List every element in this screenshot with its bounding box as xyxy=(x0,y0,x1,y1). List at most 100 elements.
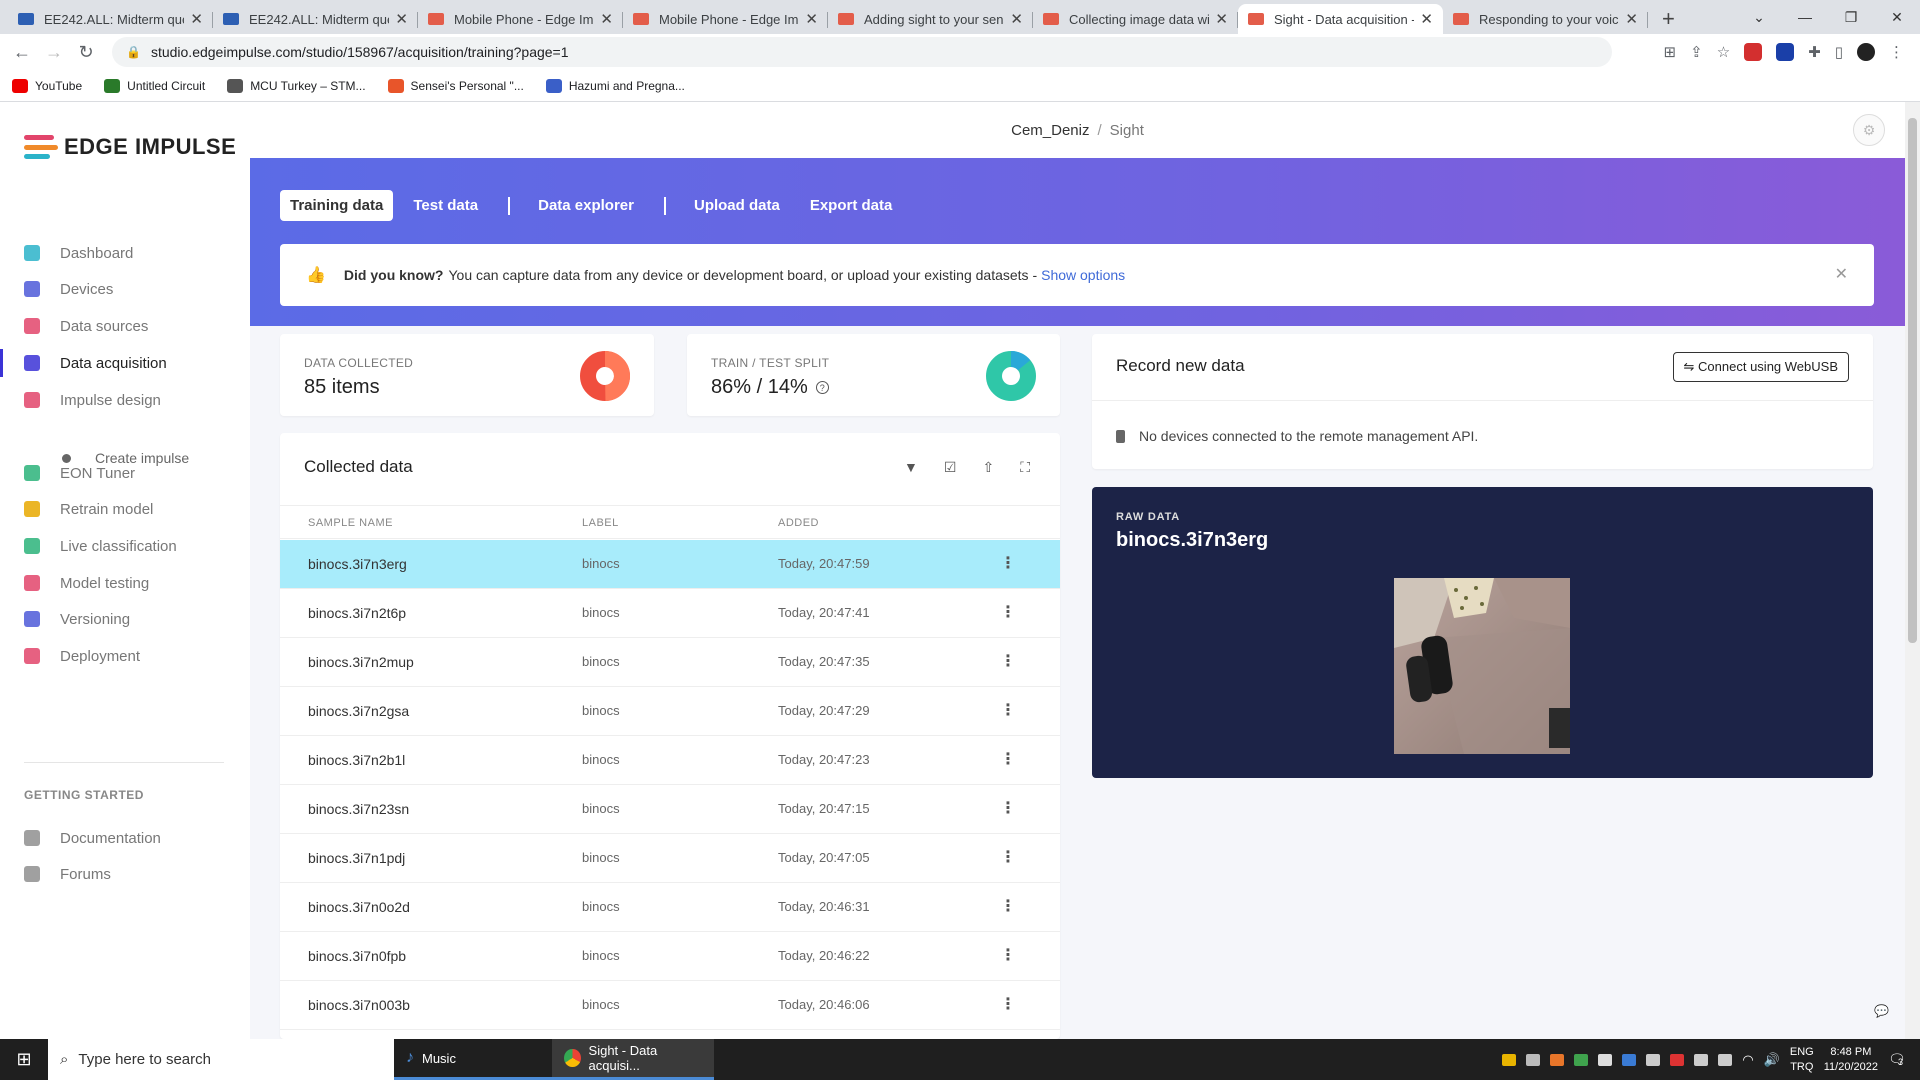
show-options-link[interactable]: Show options xyxy=(1041,267,1125,283)
table-row[interactable]: binocs.3i7n2t6p binocs Today, 20:47:41 ⋮ xyxy=(280,589,1060,638)
sidebar-item-model-testing[interactable]: Model testing xyxy=(0,563,250,603)
browser-tab[interactable]: Mobile Phone - Edge Impu ✕ xyxy=(418,4,623,34)
table-row[interactable]: binocs.3i7n0o2d binocs Today, 20:46:31 ⋮ xyxy=(280,883,1060,932)
table-row[interactable]: binocs.3i7n2mup binocs Today, 20:47:35 ⋮ xyxy=(280,638,1060,687)
sample-name-cell[interactable]: binocs.3i7n23sn xyxy=(308,801,409,817)
tab-data-explorer[interactable]: Data explorer xyxy=(528,190,644,221)
fullscreen-icon[interactable]: ⛶ xyxy=(1020,459,1030,476)
sidebar-item-documentation[interactable]: Documentation xyxy=(0,818,250,858)
row-menu-kebab-icon[interactable]: ⋮ xyxy=(1000,896,1016,916)
wifi-icon[interactable]: ◠ xyxy=(1742,1052,1753,1068)
browser-tab[interactable]: Mobile Phone - Edge Impu ✕ xyxy=(623,4,828,34)
sidebar-item-data-sources[interactable]: Data sources xyxy=(0,306,250,346)
row-menu-kebab-icon[interactable]: ⋮ xyxy=(1000,700,1016,720)
table-row[interactable]: binocs.3i7n1pdj binocs Today, 20:47:05 ⋮ xyxy=(280,834,1060,883)
sample-name-cell[interactable]: binocs.3i7n003b xyxy=(308,997,410,1013)
translate-icon[interactable]: ⊞ xyxy=(1664,43,1677,61)
restore-button[interactable]: ❐ xyxy=(1828,9,1874,26)
sidebar-item-devices[interactable]: Devices xyxy=(0,269,250,309)
table-row[interactable]: binocs.3i7n23sn binocs Today, 20:47:15 ⋮ xyxy=(280,785,1060,834)
table-row[interactable]: binocs.3i7n003b binocs Today, 20:46:06 ⋮ xyxy=(280,981,1060,1030)
lock-icon[interactable]: 🔒 xyxy=(126,45,141,59)
sample-name-cell[interactable]: binocs.3i7n1pdj xyxy=(308,850,405,866)
tab-upload-data[interactable]: Upload data xyxy=(684,190,790,221)
shield-icon[interactable] xyxy=(1502,1053,1517,1066)
sidebar-subitem-create-impulse[interactable]: Create impulse xyxy=(62,450,189,466)
close-notice-icon[interactable]: ✕ xyxy=(1835,264,1848,284)
tab-close-icon[interactable]: ✕ xyxy=(1010,10,1023,28)
d-extension-icon[interactable] xyxy=(1776,43,1795,61)
column-label[interactable]: LABEL xyxy=(582,517,619,529)
user-avatar[interactable]: ⚙ xyxy=(1853,114,1885,146)
row-menu-kebab-icon[interactable]: ⋮ xyxy=(1000,798,1016,818)
browser-tab[interactable]: EE242.ALL: Midterm quest ✕ xyxy=(213,4,418,34)
volume-icon[interactable]: 🔊 xyxy=(1764,1052,1780,1068)
tray-icon[interactable] xyxy=(1694,1053,1709,1066)
bluetooth-icon[interactable] xyxy=(1622,1053,1637,1066)
row-menu-kebab-icon[interactable]: ⋮ xyxy=(1000,847,1016,867)
notifications-icon[interactable]: 🗨 3 xyxy=(1888,1051,1910,1068)
bookmark-item[interactable]: Sensei's Personal "... xyxy=(387,78,524,93)
table-row[interactable]: binocs.3i7n3erg binocs Today, 20:47:59 ⋮ xyxy=(280,540,1060,589)
edge-impulse-logo[interactable]: EDGE IMPULSE xyxy=(24,134,236,160)
row-menu-kebab-icon[interactable]: ⋮ xyxy=(1000,945,1016,965)
row-menu-kebab-icon[interactable]: ⋮ xyxy=(1000,651,1016,671)
upload-icon[interactable]: ⇧ xyxy=(982,459,994,476)
new-tab-button[interactable]: + xyxy=(1662,4,1675,34)
row-menu-kebab-icon[interactable]: ⋮ xyxy=(1000,553,1016,573)
close-window-button[interactable]: ✕ xyxy=(1874,9,1920,26)
tray-icon[interactable] xyxy=(1646,1053,1661,1066)
taskbar-app-chrome[interactable]: Sight - Data acquisi... xyxy=(552,1039,714,1080)
tab-close-icon[interactable]: ✕ xyxy=(1420,10,1433,28)
language-indicator[interactable]: ENG TRQ xyxy=(1790,1045,1814,1075)
browser-tab[interactable]: Adding sight to your sens ✕ xyxy=(828,4,1033,34)
nvidia-icon[interactable] xyxy=(1574,1053,1589,1066)
sidebar-item-impulse-design[interactable]: Impulse design xyxy=(0,380,250,420)
browser-tab[interactable]: Responding to your voice ✕ xyxy=(1443,4,1648,34)
page-scrollbar[interactable] xyxy=(1905,102,1920,1039)
bookmark-star-icon[interactable]: ☆ xyxy=(1717,43,1730,61)
adblock-extension-icon[interactable] xyxy=(1744,43,1763,61)
tab-training-data[interactable]: Training data xyxy=(280,190,394,221)
browser-tab[interactable]: Collecting image data with ✕ xyxy=(1033,4,1238,34)
share-icon[interactable]: ⇪ xyxy=(1690,43,1703,61)
breadcrumb-project[interactable]: Sight xyxy=(1110,122,1144,139)
forward-icon[interactable]: → xyxy=(38,42,70,63)
row-menu-kebab-icon[interactable]: ⋮ xyxy=(1000,994,1016,1014)
table-row[interactable]: binocs.3i7n2gsa binocs Today, 20:47:29 ⋮ xyxy=(280,687,1060,736)
tab-close-icon[interactable]: ✕ xyxy=(1625,10,1638,28)
column-added[interactable]: ADDED xyxy=(778,517,819,529)
tab-close-icon[interactable]: ✕ xyxy=(395,10,408,28)
browser-tab[interactable]: EE242.ALL: Midterm quest ✕ xyxy=(8,4,213,34)
select-checkbox-icon[interactable]: ☑ xyxy=(944,459,957,476)
sample-name-cell[interactable]: binocs.3i7n2b1l xyxy=(308,752,405,768)
sample-name-cell[interactable]: binocs.3i7n0fpb xyxy=(308,948,406,964)
discord-icon[interactable] xyxy=(1526,1053,1541,1066)
tab-close-icon[interactable]: ✕ xyxy=(1215,10,1228,28)
filter-icon[interactable]: ▼ xyxy=(904,459,918,476)
table-row[interactable]: binocs.3i7n0fpb binocs Today, 20:46:22 ⋮ xyxy=(280,932,1060,981)
tab-export-data[interactable]: Export data xyxy=(800,190,903,221)
profile-avatar-icon[interactable] xyxy=(1857,43,1875,61)
menu-kebab-icon[interactable]: ⋮ xyxy=(1889,43,1904,61)
windows-start-icon[interactable]: ⊞ xyxy=(0,1049,48,1070)
taskbar-app-music[interactable]: ♪ Music xyxy=(394,1039,552,1080)
tab-close-icon[interactable]: ✕ xyxy=(805,10,818,28)
sample-name-cell[interactable]: binocs.3i7n3erg xyxy=(308,556,407,572)
column-sample-name[interactable]: SAMPLE NAME xyxy=(308,517,393,529)
tab-close-icon[interactable]: ✕ xyxy=(600,10,613,28)
minimize-button[interactable]: — xyxy=(1782,9,1828,25)
back-icon[interactable]: ← xyxy=(6,42,38,63)
bookmark-item[interactable]: MCU Turkey – STM... xyxy=(227,78,366,93)
sample-name-cell[interactable]: binocs.3i7n2gsa xyxy=(308,703,409,719)
sidebar-item-forums[interactable]: Forums xyxy=(0,854,250,894)
tray-icon[interactable] xyxy=(1670,1053,1685,1066)
side-panel-icon[interactable]: ▯ xyxy=(1835,43,1843,61)
taskbar-search-box[interactable]: ⌕ Type here to search xyxy=(48,1039,394,1080)
battery-icon[interactable] xyxy=(1718,1053,1733,1066)
breadcrumb-user[interactable]: Cem_Deniz xyxy=(1011,122,1089,139)
extensions-puzzle-icon[interactable]: ✚ xyxy=(1808,43,1821,61)
help-question-icon[interactable]: ? xyxy=(815,381,829,395)
tab-close-icon[interactable]: ✕ xyxy=(190,10,203,28)
system-clock[interactable]: 8:48 PM 11/20/2022 xyxy=(1824,1045,1878,1075)
